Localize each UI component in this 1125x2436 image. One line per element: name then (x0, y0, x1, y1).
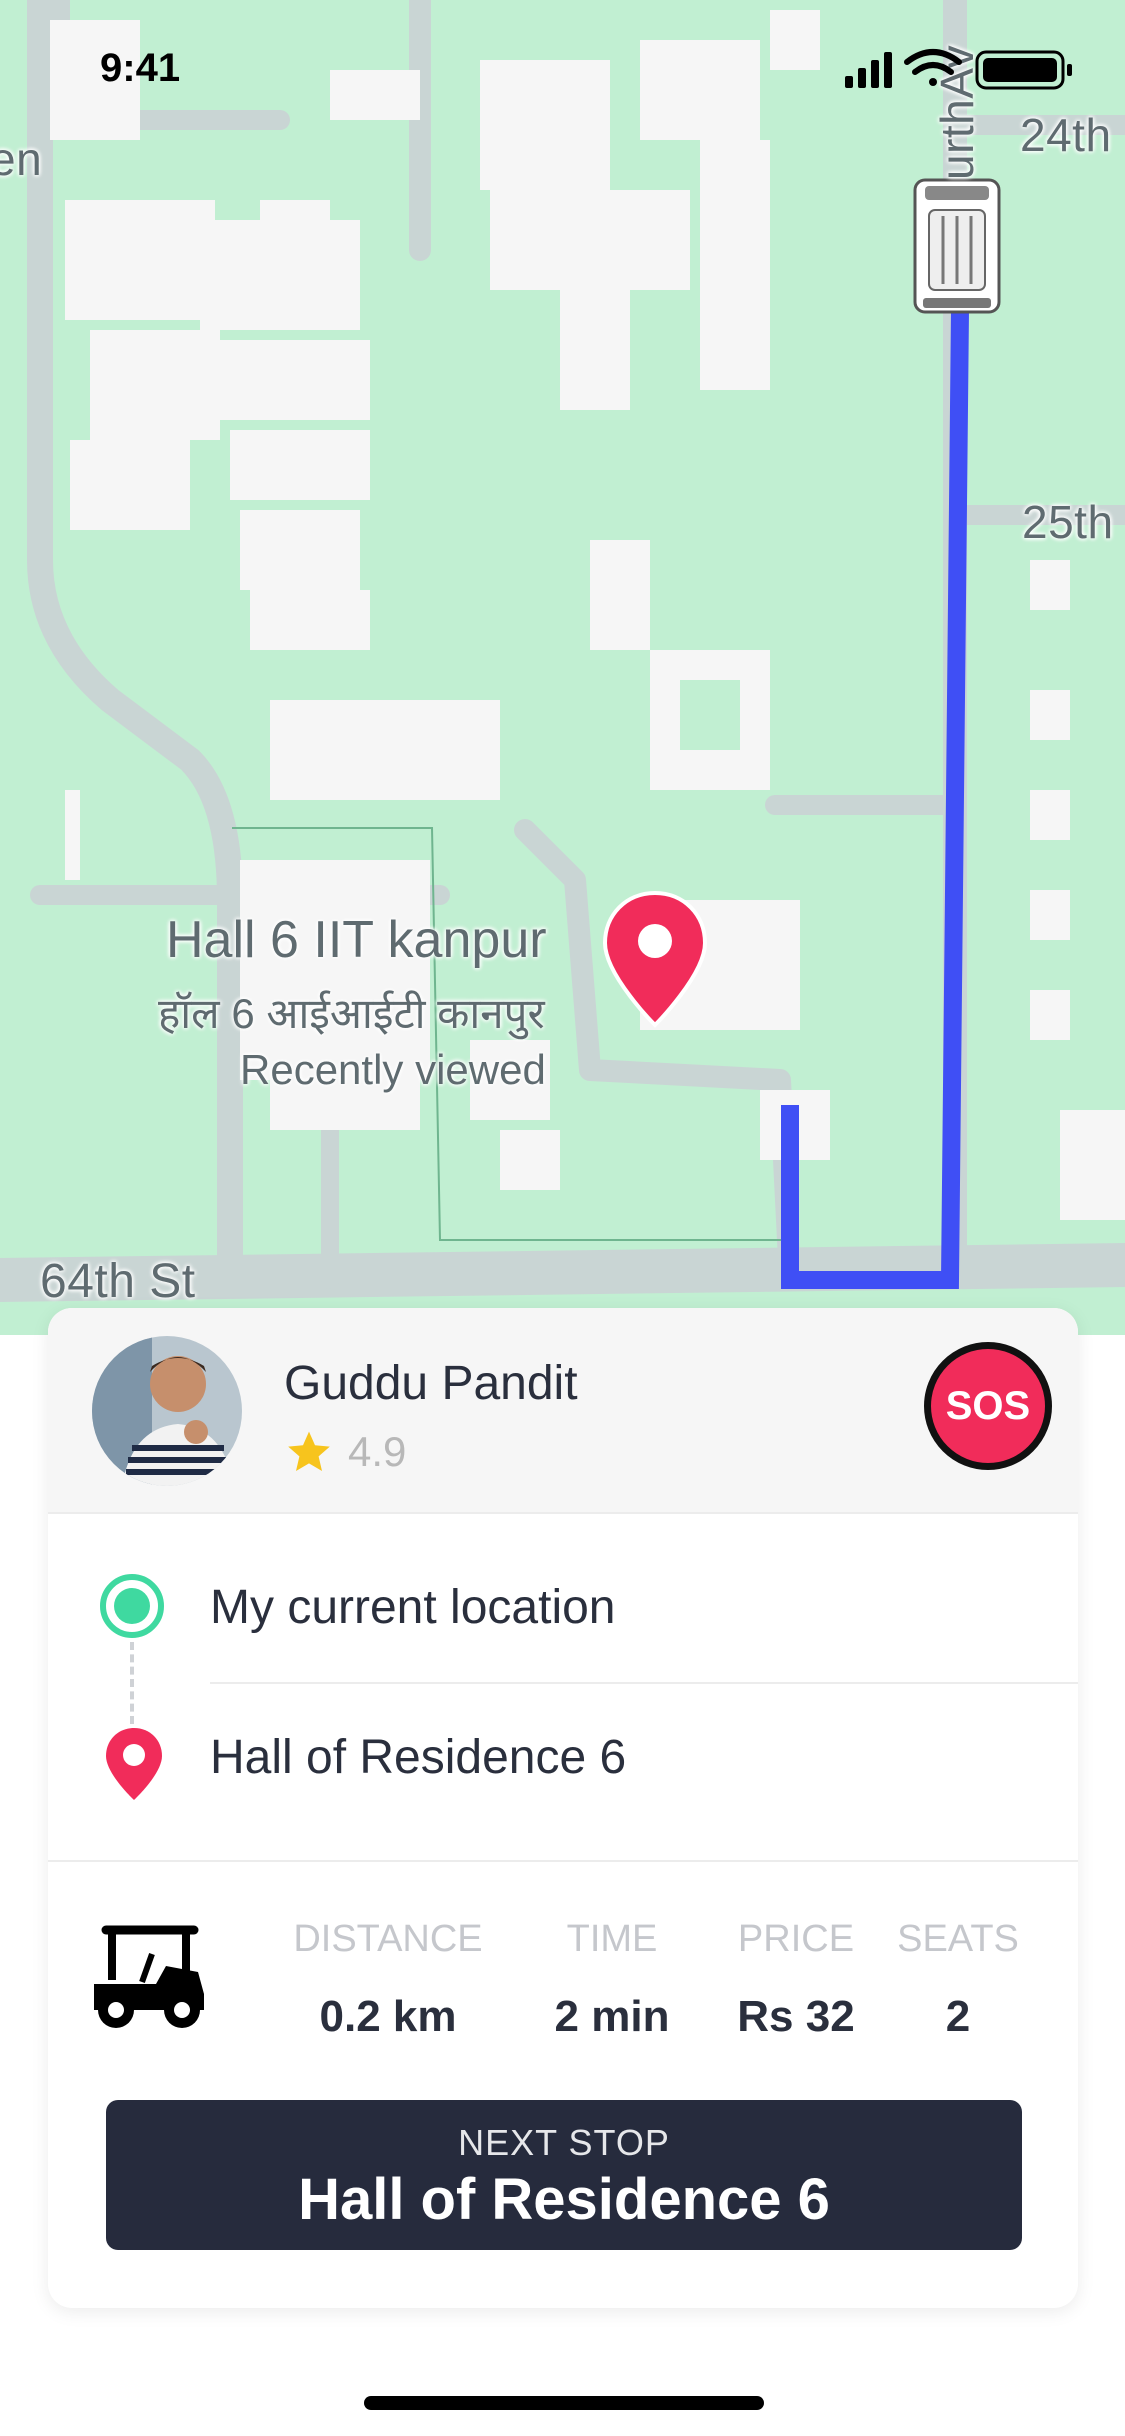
destination-text[interactable]: Hall of Residence 6 (210, 1730, 626, 1785)
place-subtitle-hindi: हॉल 6 आईआईटी कानपुर (158, 990, 545, 1037)
route-divider (210, 1682, 1078, 1684)
star-icon (288, 1431, 330, 1471)
ride-card: Guddu Pandit 4.9 SOS My current location… (48, 1308, 1078, 2308)
street-label-24th: 24th (1020, 109, 1112, 161)
origin-dot-icon (100, 1574, 164, 1638)
origin-text[interactable]: My current location (210, 1580, 616, 1635)
route-connector (130, 1642, 138, 1724)
destination-pin-icon (106, 1728, 162, 1800)
map-view[interactable]: 24th 25th 64th St urthAv en Hall 6 IIT k… (0, 0, 1125, 1335)
stat-label-time: TIME (566, 1918, 658, 1960)
driver-avatar[interactable] (92, 1336, 242, 1486)
place-title[interactable]: Hall 6 IIT kanpur (166, 910, 547, 970)
stat-label-seats: SEATS (897, 1918, 1019, 1960)
sos-button[interactable]: SOS (924, 1342, 1052, 1470)
map-canvas (0, 0, 1125, 1302)
next-stop-button[interactable]: NEXT STOP Hall of Residence 6 (106, 2100, 1022, 2250)
rating-value: 4.9 (348, 1428, 407, 1475)
road-west (27, 0, 243, 1293)
home-indicator[interactable] (364, 2396, 764, 2410)
stat-value-distance: 0.2 km (319, 1992, 457, 2041)
stat-value-time: 2 min (554, 1992, 670, 2041)
place-note: Recently viewed (240, 1046, 546, 1093)
street-label-25th: 25th (1022, 496, 1114, 548)
driver-name: Guddu Pandit (284, 1357, 578, 1410)
status-time: 9:41 (100, 46, 181, 90)
street-label-64th: 64th St (40, 1255, 196, 1308)
next-stop-label: NEXT STOP (458, 2122, 670, 2163)
route-section: My current location Hall of Residence 6 (48, 1514, 1078, 1862)
status-icons (845, 49, 1072, 90)
vehicle-marker (913, 178, 1001, 314)
street-label-west: en (0, 133, 43, 185)
stat-label-distance: DISTANCE (293, 1918, 483, 1960)
driver-rating: 4.9 (284, 1424, 406, 1480)
driver-row: Guddu Pandit 4.9 SOS (48, 1308, 1078, 1514)
wifi-icon (904, 49, 962, 86)
next-stop-value: Hall of Residence 6 (298, 2167, 830, 2232)
signal-icon (845, 52, 892, 88)
golf-cart-icon (94, 1925, 204, 2028)
battery-icon (975, 50, 1072, 90)
stat-value-seats: 2 (945, 1992, 971, 2041)
ride-tracking-screen: 24th 25th 64th St urthAv en Hall 6 IIT k… (0, 0, 1125, 2436)
